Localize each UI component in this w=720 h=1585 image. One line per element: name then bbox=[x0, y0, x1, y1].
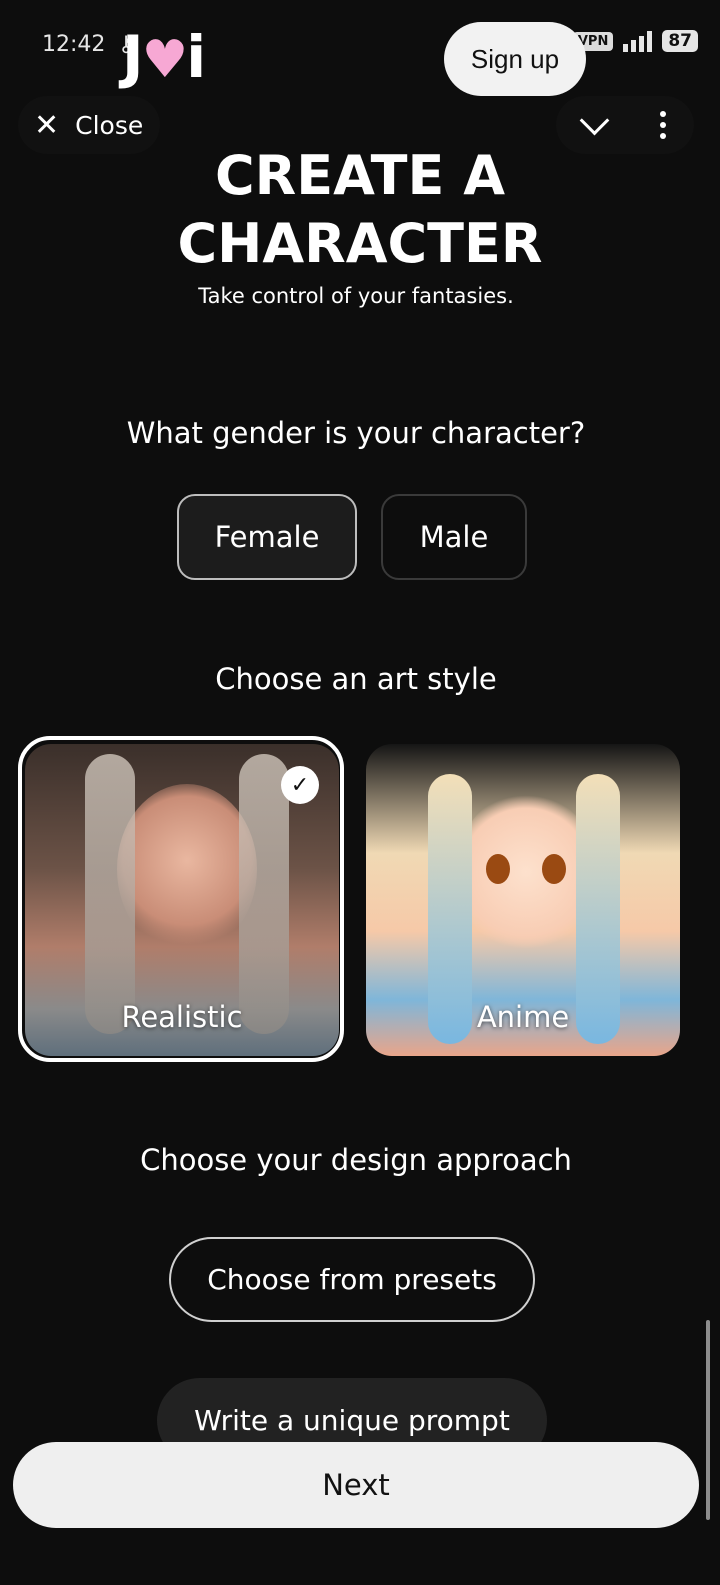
logo-letter-i: i bbox=[186, 23, 206, 91]
battery-icon: 87 bbox=[662, 30, 698, 52]
close-icon: ✕ bbox=[34, 107, 60, 143]
choose-presets-button[interactable]: Choose from presets bbox=[169, 1237, 535, 1322]
gender-male-button[interactable]: Male bbox=[381, 494, 527, 580]
anime-portrait bbox=[456, 792, 596, 952]
status-bar: 12:42 ⚷ VPN 87 bbox=[0, 30, 720, 64]
realistic-portrait bbox=[117, 784, 257, 954]
gender-question: What gender is your character? bbox=[126, 416, 586, 450]
status-icons: VPN 87 bbox=[572, 30, 698, 52]
scrollbar[interactable] bbox=[706, 1320, 710, 1520]
app-logo: J♥i bbox=[122, 28, 206, 86]
next-button[interactable]: Next bbox=[13, 1442, 699, 1528]
title-line-2: CHARACTER bbox=[177, 212, 543, 275]
anime-eye-right bbox=[542, 854, 566, 884]
more-options-icon[interactable] bbox=[660, 111, 667, 139]
chevron-down-icon[interactable] bbox=[579, 105, 610, 135]
realistic-hair-left bbox=[85, 754, 135, 1034]
anime-label: Anime bbox=[476, 1000, 570, 1034]
art-style-question: Choose an art style bbox=[215, 662, 497, 696]
logo-letter-j: J bbox=[122, 23, 144, 91]
design-question: Choose your design approach bbox=[140, 1143, 572, 1177]
gender-female-button[interactable]: Female bbox=[177, 494, 357, 580]
sign-up-button[interactable]: Sign up bbox=[444, 22, 586, 96]
check-icon: ✓ bbox=[281, 766, 319, 804]
realistic-hair-right bbox=[239, 754, 289, 1034]
page-subtitle: Take control of your fantasies. bbox=[198, 284, 514, 308]
realistic-label: Realistic bbox=[121, 1000, 243, 1034]
page-title: CREATE A CHARACTER bbox=[0, 142, 720, 278]
title-line-1: CREATE A bbox=[214, 144, 505, 207]
heart-icon: ♥ bbox=[141, 30, 189, 90]
close-label: Close bbox=[75, 110, 144, 140]
art-style-anime-card[interactable]: Anime bbox=[366, 744, 680, 1056]
status-time: 12:42 bbox=[42, 32, 106, 57]
anime-eye-left bbox=[486, 854, 510, 884]
signal-icon bbox=[623, 30, 653, 52]
